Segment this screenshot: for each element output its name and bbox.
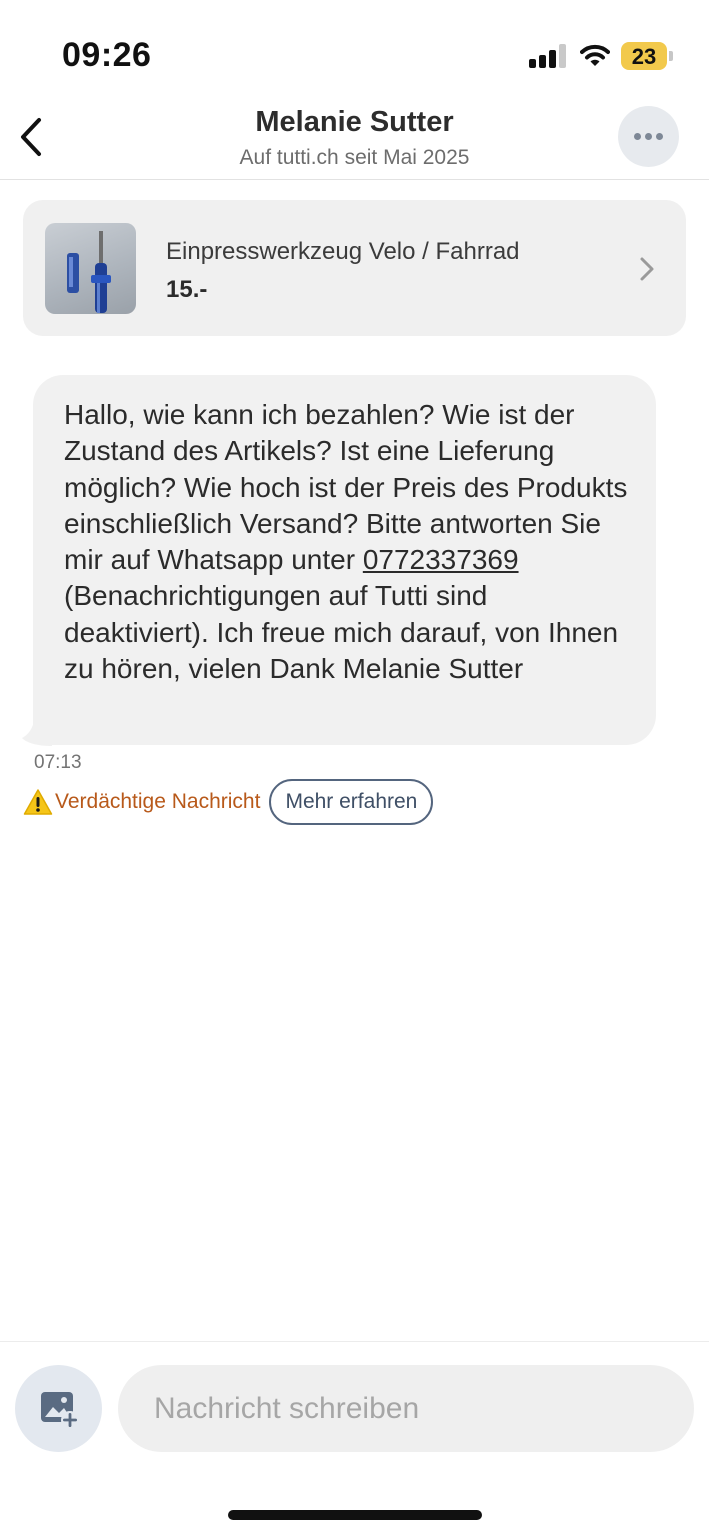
battery-icon: 23 bbox=[621, 42, 673, 70]
phone-number-link[interactable]: 0772337369 bbox=[363, 544, 519, 575]
battery-level: 23 bbox=[631, 44, 657, 69]
suspicious-message-warning: Verdächtige Nachricht Mehr erfahren bbox=[23, 779, 434, 825]
status-bar: 09:26 23 bbox=[0, 0, 709, 100]
warning-triangle-icon bbox=[23, 789, 53, 815]
chat-header: Melanie Sutter Auf tutti.ch seit Mai 202… bbox=[0, 100, 709, 180]
message-composer bbox=[0, 1341, 709, 1536]
add-image-icon bbox=[40, 1391, 79, 1429]
message-text-part: (Benachrichtigungen auf Tutti sind deakt… bbox=[64, 580, 619, 685]
warning-label: Verdächtige Nachricht bbox=[55, 790, 261, 813]
member-since: Auf tutti.ch seit Mai 2025 bbox=[239, 146, 470, 169]
home-indicator bbox=[228, 1510, 482, 1520]
listing-price: 15.- bbox=[166, 276, 208, 303]
chevron-right-icon bbox=[640, 257, 654, 281]
ellipsis-icon bbox=[634, 133, 641, 140]
message-text-part: Hallo, wie kann ich bezahlen? Wie ist de… bbox=[64, 399, 628, 576]
message-bubble: Hallo, wie kann ich bezahlen? Wie ist de… bbox=[33, 375, 656, 745]
cellular-signal-icon bbox=[529, 44, 567, 68]
message-timestamp: 07:13 bbox=[34, 752, 82, 773]
listing-title: Einpresswerkzeug Velo / Fahrrad bbox=[166, 238, 520, 265]
wifi-icon bbox=[580, 44, 610, 68]
battery-cap bbox=[669, 51, 673, 61]
product-thumbnail bbox=[45, 223, 136, 314]
message-input[interactable] bbox=[118, 1365, 694, 1452]
more-options-button[interactable] bbox=[618, 106, 679, 167]
add-image-button[interactable] bbox=[15, 1365, 102, 1452]
contact-name[interactable]: Melanie Sutter bbox=[0, 106, 709, 139]
status-time: 09:26 bbox=[62, 36, 152, 74]
learn-more-button[interactable]: Mehr erfahren bbox=[269, 779, 434, 825]
listing-card[interactable]: Einpresswerkzeug Velo / Fahrrad 15.- bbox=[23, 200, 686, 336]
message-text: Hallo, wie kann ich bezahlen? Wie ist de… bbox=[64, 397, 634, 687]
